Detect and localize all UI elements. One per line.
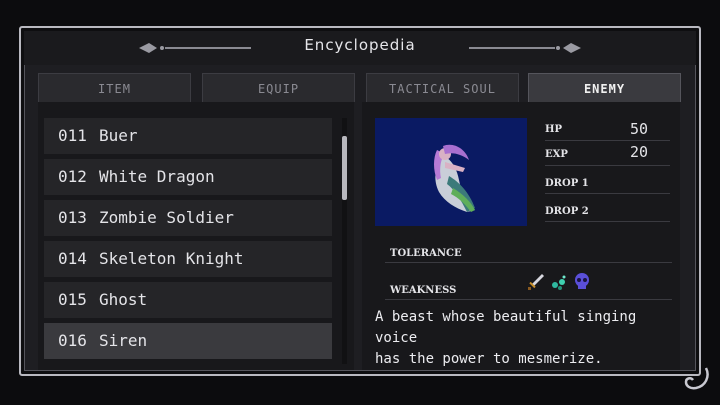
divider xyxy=(545,193,670,194)
tab-tactical-soul[interactable]: TACTICAL SOUL xyxy=(366,73,519,102)
list-item[interactable]: 012 White Dragon xyxy=(44,159,332,195)
list-item[interactable]: 013 Zombie Soldier xyxy=(44,200,332,236)
enemy-description: A beast whose beautiful singing voice ha… xyxy=(375,309,637,367)
tab-enemy[interactable]: ENEMY xyxy=(528,73,681,102)
hp-label: HP xyxy=(545,124,562,135)
tolerance-label: TOLERANCE xyxy=(390,248,462,259)
page-title: Encyclopedia xyxy=(304,36,416,54)
divider xyxy=(385,299,672,300)
tab-equip[interactable]: EQUIP xyxy=(202,73,355,102)
divider xyxy=(545,140,670,141)
enemy-number: 011 xyxy=(58,126,87,145)
right-ornament-icon xyxy=(469,43,581,53)
enemy-name: Buer xyxy=(99,126,138,145)
divider xyxy=(545,165,670,166)
enemy-number: 014 xyxy=(58,249,87,268)
drop2-label: DROP 2 xyxy=(545,206,589,217)
list-item-selected[interactable]: 016 Siren xyxy=(44,323,332,359)
drop1-label: DROP 1 xyxy=(545,178,589,189)
list-item[interactable]: 011 Buer xyxy=(44,118,332,154)
green-orb-icon xyxy=(552,275,566,290)
enemy-portrait xyxy=(375,118,527,226)
divider xyxy=(385,262,672,263)
enemy-number: 015 xyxy=(58,290,87,309)
hp-value: 50 xyxy=(630,120,649,138)
exp-label: EXP xyxy=(545,149,568,160)
scrollbar-thumb[interactable] xyxy=(342,136,347,200)
enemy-number: 012 xyxy=(58,167,87,186)
enemy-name: Ghost xyxy=(99,290,148,309)
divider xyxy=(545,221,670,222)
enemy-name: Skeleton Knight xyxy=(99,249,244,268)
swirl-ornament-icon xyxy=(684,367,709,390)
enemy-name: Siren xyxy=(99,331,148,350)
siren-sprite-icon xyxy=(434,144,475,212)
enemy-number: 013 xyxy=(58,208,87,227)
enemy-number: 016 xyxy=(58,331,87,350)
enemy-name: Zombie Soldier xyxy=(99,208,234,227)
blue-skull-icon xyxy=(575,273,589,289)
list-item[interactable]: 014 Skeleton Knight xyxy=(44,241,332,277)
weakness-label: WEAKNESS xyxy=(390,285,457,296)
tab-item[interactable]: ITEM xyxy=(38,73,191,102)
exp-value: 20 xyxy=(630,143,649,161)
enemy-name: White Dragon xyxy=(99,167,215,186)
sword-icon xyxy=(528,274,544,290)
list-item[interactable]: 015 Ghost xyxy=(44,282,332,318)
